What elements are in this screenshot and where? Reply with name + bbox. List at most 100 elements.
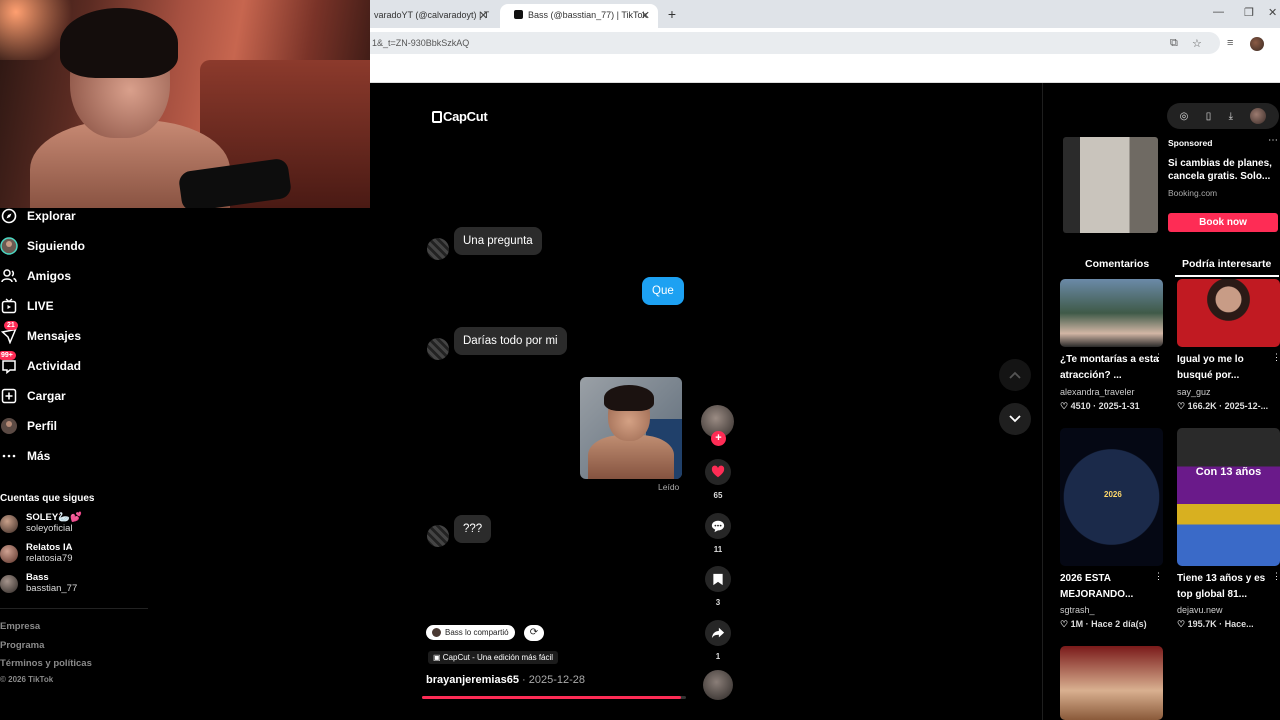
- music-disc-avatar[interactable]: [703, 670, 733, 700]
- card-overlay-text: 2026: [1104, 490, 1122, 499]
- footer-link-empresa[interactable]: Empresa: [0, 621, 40, 632]
- video-card-thumbnail[interactable]: [1060, 646, 1163, 720]
- card-likes: 1M: [1070, 619, 1084, 629]
- sidebar-item-live[interactable]: LIVE: [0, 296, 54, 316]
- sidebar-item-cargar[interactable]: Cargar: [0, 386, 66, 406]
- bookmark-star-icon[interactable]: ☆: [1192, 37, 1202, 50]
- video-author[interactable]: brayanjeremias65 · 2025-12-28: [426, 674, 585, 686]
- explore-compass-icon[interactable]: ◎: [1180, 111, 1189, 122]
- close-tab-icon[interactable]: ✕: [479, 9, 488, 22]
- sidebar-item-actividad[interactable]: 99+ Actividad: [0, 351, 81, 376]
- tab-podria-interesarte[interactable]: Podría interesarte: [1182, 258, 1271, 270]
- account-name: Relatos IA: [26, 542, 73, 553]
- ad-more-options-icon[interactable]: ⋯: [1268, 135, 1278, 146]
- maximize-icon[interactable]: ❐: [1244, 6, 1254, 19]
- card-date: Hace...: [1224, 619, 1254, 629]
- close-window-icon[interactable]: ✕: [1268, 6, 1277, 19]
- browser-profile-avatar[interactable]: [1250, 37, 1264, 51]
- follow-plus-icon[interactable]: +: [711, 431, 726, 446]
- chat-bubble-incoming: Una pregunta: [454, 227, 542, 255]
- capcut-template-link[interactable]: ▣ CapCut - Una edición más fácil: [428, 651, 559, 664]
- friends-icon: [0, 267, 18, 285]
- minimize-icon[interactable]: —: [1213, 6, 1224, 18]
- avatar: [0, 574, 18, 593]
- video-card-title[interactable]: ¿Te montarías a esta atracción? ...: [1060, 352, 1160, 384]
- video-card-thumbnail[interactable]: Con 13 años: [1177, 428, 1280, 566]
- ad-thumbnail[interactable]: [1063, 137, 1158, 233]
- video-date: · 2025-12-28: [518, 674, 585, 686]
- video-card-thumbnail[interactable]: [1177, 279, 1280, 347]
- device-icon[interactable]: ▯: [1206, 111, 1212, 122]
- chat-bubble-incoming: ???: [454, 515, 492, 543]
- address-bar[interactable]: 1&_t=ZN-930BbkSzkAQ: [360, 32, 1220, 54]
- video-card-meta: ♡ 195.7K · Hace...: [1177, 619, 1254, 629]
- sidebar-item-explorar[interactable]: Explorar: [0, 206, 76, 226]
- repost-icon[interactable]: ⟳: [524, 625, 544, 641]
- video-card-meta: ♡ 166.2K · 2025-12-...: [1177, 401, 1269, 411]
- card-more-icon[interactable]: ⋮: [1154, 352, 1163, 363]
- video-card-user[interactable]: dejavu.new: [1177, 605, 1223, 615]
- footer-link-terminos[interactable]: Términos y políticas: [0, 658, 92, 669]
- left-sidebar: Explorar Siguiendo Amigos LIVE 21 Mensaj…: [0, 208, 150, 720]
- following-avatar-icon: [0, 237, 18, 255]
- comment-icon: [705, 513, 731, 539]
- shared-by-chip[interactable]: Bass lo compartió: [426, 625, 515, 640]
- account-handle: relatosia79: [26, 553, 73, 564]
- previous-video-button[interactable]: [999, 359, 1031, 391]
- video-player[interactable]: CapCut Una pregunta Que Darías todo por …: [370, 83, 1042, 720]
- account-name: Bass: [26, 572, 49, 583]
- video-card-user[interactable]: alexandra_traveler: [1060, 387, 1135, 397]
- video-card-title[interactable]: Igual yo me lo busqué por...: [1177, 352, 1277, 384]
- video-card-title[interactable]: 2026 ESTA MEJORANDO...: [1060, 571, 1160, 603]
- reading-list-icon[interactable]: ≡: [1227, 37, 1233, 49]
- browser-tab-calvaradoyt[interactable]: varadoYT (@calvaradoyt) | T ✕: [360, 4, 496, 28]
- sidebar-item-siguiendo[interactable]: Siguiendo: [0, 236, 85, 256]
- video-card-user[interactable]: say_guz: [1177, 387, 1211, 397]
- live-icon: [0, 297, 18, 315]
- account-handle: basstian_77: [26, 583, 78, 594]
- sidebar-item-perfil[interactable]: Perfil: [0, 416, 57, 436]
- tab-comentarios[interactable]: Comentarios: [1085, 258, 1149, 270]
- following-section-title: Cuentas que sigues: [0, 493, 95, 504]
- video-card-title[interactable]: Tiene 13 años y es top global 81...: [1177, 571, 1277, 603]
- like-button[interactable]: 65: [700, 459, 736, 500]
- sidebar-item-mas[interactable]: Más: [0, 446, 50, 466]
- capcut-logo-icon: [432, 111, 442, 123]
- following-account-bass[interactable]: Bass basstian_77: [0, 572, 77, 595]
- following-account-relatos[interactable]: Relatos IA relatosia79: [0, 542, 72, 565]
- sidebar-item-amigos[interactable]: Amigos: [0, 266, 71, 286]
- avatar: [432, 628, 441, 637]
- tab-title: varadoYT (@calvaradoyt) | T: [374, 10, 490, 20]
- account-handle: soleyoficial: [26, 523, 73, 534]
- new-tab-icon[interactable]: +: [664, 6, 680, 22]
- video-card-thumbnail[interactable]: [1060, 279, 1163, 347]
- card-likes: 166.2K: [1187, 401, 1217, 411]
- message-sender-avatar: [427, 525, 449, 547]
- card-more-icon[interactable]: ⋮: [1154, 571, 1163, 582]
- sidebar-item-mensajes[interactable]: 21 Mensajes: [0, 321, 81, 346]
- avatar: [0, 514, 18, 533]
- ad-title[interactable]: Si cambias de planes, cancela gratis. So…: [1168, 157, 1280, 183]
- next-video-button[interactable]: [999, 403, 1031, 435]
- share-button[interactable]: 1: [700, 620, 736, 661]
- download-icon[interactable]: ⤓: [1229, 111, 1233, 122]
- comment-button[interactable]: 11: [700, 513, 736, 554]
- card-more-icon[interactable]: ⋮: [1272, 571, 1280, 582]
- capcut-watermark: CapCut: [432, 109, 488, 124]
- video-card-thumbnail[interactable]: 2026: [1060, 428, 1163, 566]
- comment-count: 11: [713, 545, 723, 554]
- browser-tab-basstian[interactable]: Bass (@basstian_77) | TikTok ✕: [500, 4, 658, 28]
- book-now-button[interactable]: Book now: [1168, 213, 1278, 232]
- following-account-soley[interactable]: SOLEY🦢💕 soleyoficial: [0, 512, 82, 535]
- video-progress-bar[interactable]: [422, 696, 686, 699]
- user-avatar[interactable]: [1250, 108, 1267, 124]
- ad-domain: Booking.com: [1168, 188, 1218, 198]
- sidebar-item-label: Siguiendo: [27, 239, 85, 253]
- save-button[interactable]: 3: [700, 566, 736, 607]
- install-app-icon[interactable]: ⧉: [1170, 37, 1178, 50]
- footer-link-programa[interactable]: Programa: [0, 640, 44, 651]
- video-progress-fill: [422, 696, 681, 699]
- video-card-user[interactable]: sgtrash_: [1060, 605, 1095, 615]
- close-tab-icon[interactable]: ✕: [641, 9, 650, 22]
- card-more-icon[interactable]: ⋮: [1272, 352, 1280, 363]
